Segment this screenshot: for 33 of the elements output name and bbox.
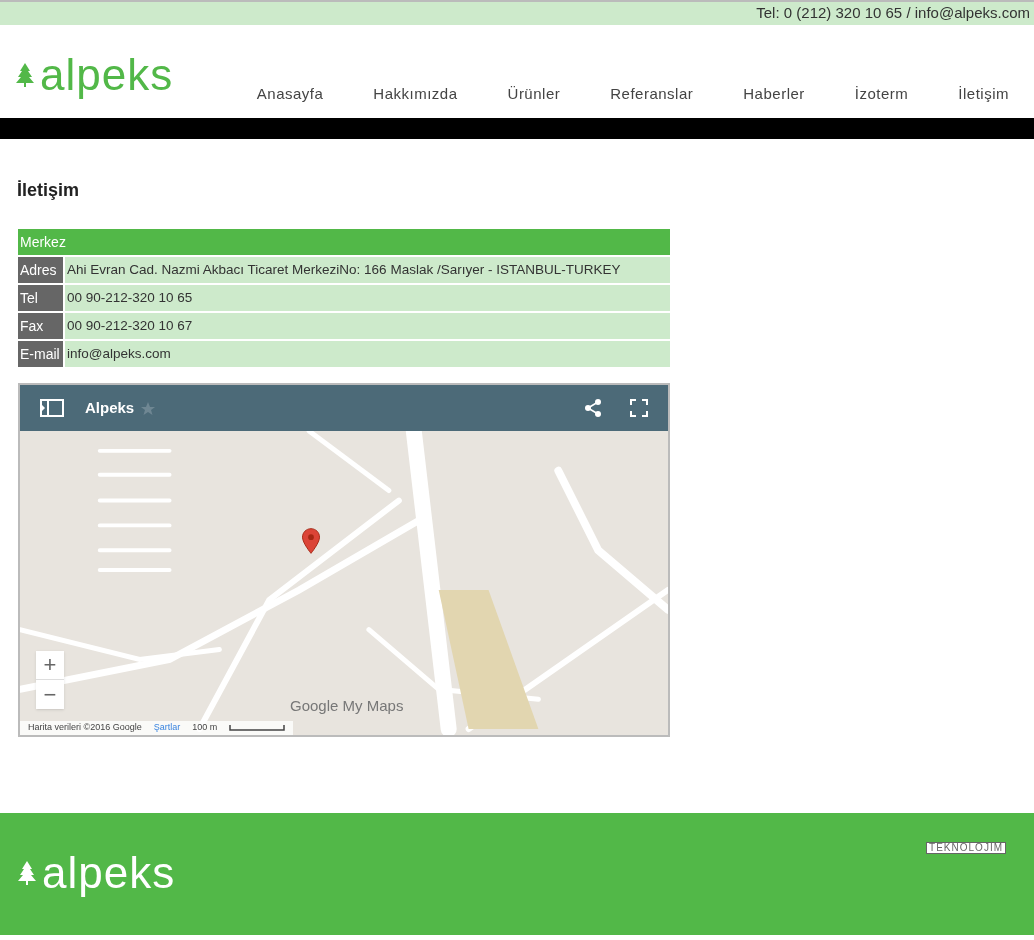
nav-link[interactable]: Haberler: [718, 83, 830, 106]
zoom-out-button[interactable]: −: [36, 680, 64, 709]
map-pin-icon: [302, 527, 320, 555]
row-label: E-mail: [18, 341, 63, 367]
row-label: Fax: [18, 313, 63, 339]
map-brand-logo: Google My Maps: [290, 696, 404, 716]
row-label: Tel: [18, 285, 63, 311]
nav-link[interactable]: İletişim: [933, 83, 1034, 106]
credit-link[interactable]: TEKNOLOJIM: [926, 842, 1006, 854]
scale-bar-icon: [229, 725, 286, 731]
terms-link[interactable]: Şartlar: [153, 721, 181, 735]
page-title: İletişim: [17, 179, 81, 202]
table-heading: Merkez: [18, 229, 670, 255]
map-title: Alpeks: [85, 397, 135, 418]
scale-label: 100 m: [192, 721, 218, 735]
star-icon[interactable]: [141, 401, 156, 415]
table-cell: info@alpeks.com: [65, 341, 670, 367]
contact-info: Tel: 0 (212) 320 10 65 / info@alpeks.com: [756, 3, 1030, 24]
nav-link[interactable]: Anasayfa: [231, 83, 349, 106]
nav-link[interactable]: Hakkımızda: [348, 83, 483, 106]
table-cell: 00 90-212-320 10 67: [65, 313, 670, 339]
row-label: Adres: [18, 257, 63, 283]
nav-link[interactable]: İzoterm: [829, 83, 934, 106]
zoom-in-button[interactable]: +: [36, 651, 64, 680]
sidebar-icon[interactable]: [40, 399, 64, 417]
table-cell: Ahi Evran Cad. Nazmi Akbacı Ticaret MerkeziNo: 166 Maslak /Sarıyer - ISTANBUL-TURKEY: [65, 257, 670, 283]
nav-link[interactable]: Referanslar: [585, 83, 719, 106]
map-attribution: Harita verileri ©2016 Google: [28, 721, 142, 735]
map-area[interactable]: + − Google My Maps Harita verileri ©2016 Google Şartlar 100 m: [20, 431, 668, 735]
share-icon[interactable]: [585, 399, 601, 417]
table-cell: 00 90-212-320 10 65: [65, 285, 670, 311]
nav-link[interactable]: Ürünler: [482, 83, 586, 106]
fullscreen-icon[interactable]: [630, 399, 648, 417]
